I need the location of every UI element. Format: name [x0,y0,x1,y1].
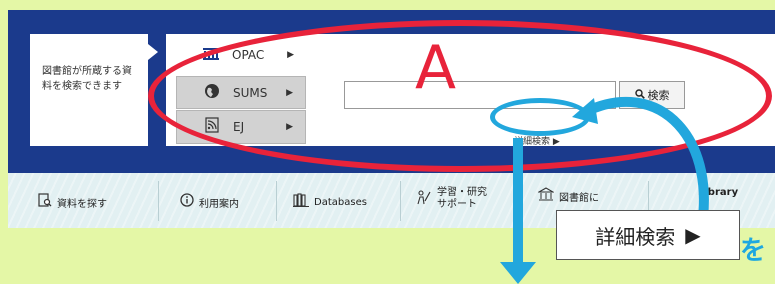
annotation-trailing-text: を [740,236,767,266]
advanced-search-callout: 詳細検索 ▶ [556,210,740,260]
callout-arrow: ▶ [685,223,701,247]
callout-text: 詳細検索 [595,224,676,249]
blue-down-arrow [500,138,536,284]
